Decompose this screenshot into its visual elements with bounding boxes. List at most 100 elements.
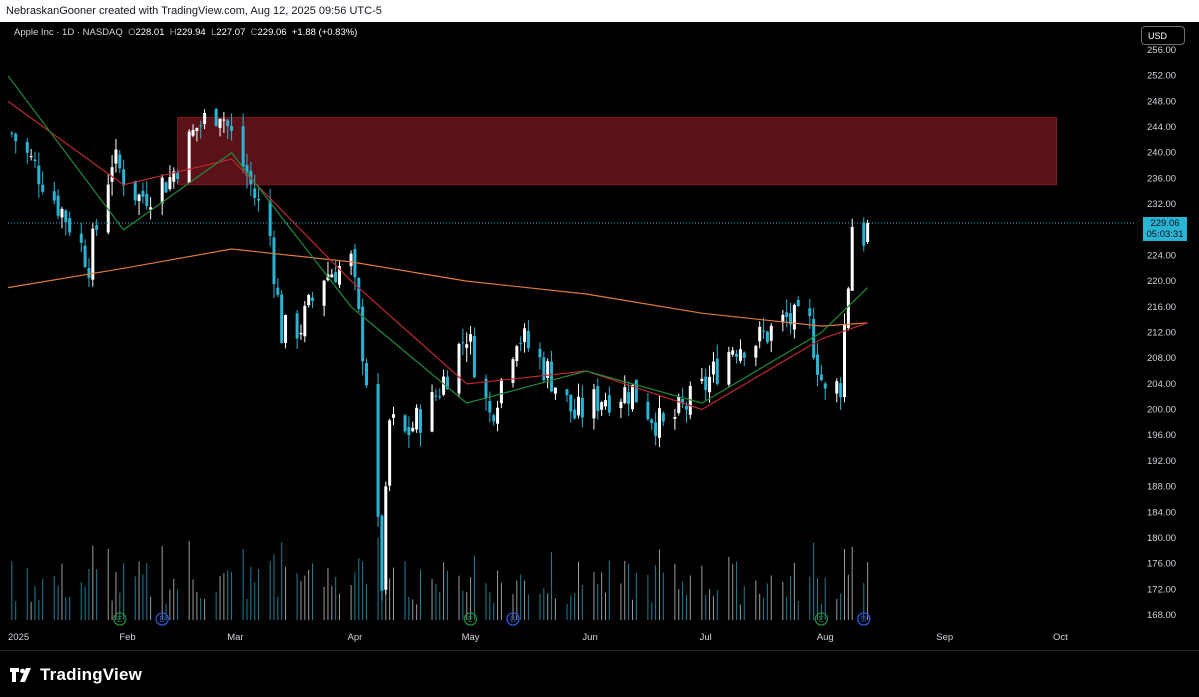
candle-body [461,342,465,344]
candle-body [846,288,850,329]
volume-bar [840,593,842,620]
volume-bar [493,602,495,620]
candle-body [83,245,87,268]
volume-bar [227,570,229,620]
volume-bar [231,571,233,620]
candle-body [646,401,650,420]
candle-body [542,357,546,381]
volume-bar [285,566,287,620]
x-axis-tick-label: Jul [700,632,712,643]
candle-body [627,392,631,405]
volume-bar [658,549,660,620]
resistance-zone [177,116,1058,186]
candle-body [607,395,611,413]
volume-bar [763,598,765,620]
volume-bar [443,562,445,620]
candle-body [634,379,638,403]
candle-body [550,361,554,392]
y-axis-tick-label: 212.00 [1147,328,1176,339]
volume-bar [655,565,657,620]
candle-body [792,304,796,330]
volume-bar [92,545,94,620]
volume-bar [34,586,36,620]
volume-bar [392,567,394,620]
tradingview-logo[interactable]: TradingView [10,665,142,685]
candle-body [434,395,438,397]
candle-body [623,387,627,403]
volume-bar [30,601,32,620]
volume-bar [15,601,17,620]
candle-body [727,352,731,385]
event-marker-label: D [159,615,165,624]
y-axis-tick-label: 252.00 [1147,71,1176,82]
candle-body [311,297,315,301]
event-marker-label: D [510,615,516,624]
candle-body [604,400,607,407]
candle-body [195,127,199,131]
candle-body [762,330,766,332]
volume-bar [246,598,248,620]
attribution-bar: NebraskanGooner created with TradingView… [0,0,1199,22]
y-axis-tick-label: 168.00 [1147,610,1176,621]
y-axis-tick-label: 256.00 [1147,45,1176,56]
candle-body [60,208,64,218]
candle-body [704,376,708,391]
candle-body [384,486,388,590]
candle-body [168,177,172,190]
candle-body [488,401,492,413]
candle-body [684,405,688,410]
candle-body [492,415,496,422]
volume-bar [350,584,352,620]
currency-button[interactable]: USD [1141,26,1185,45]
y-axis-tick-label: 192.00 [1147,456,1176,467]
volume-bar [601,572,603,620]
candle-body [769,325,773,341]
volume-bar [682,581,684,620]
candle-body [257,199,261,201]
volume-bar [770,575,772,620]
volume-bar [662,572,664,620]
volume-bar [200,597,202,620]
y-axis-tick-label: 208.00 [1147,353,1176,364]
y-axis-tick-label: 232.00 [1147,199,1176,210]
volume-bar [165,603,167,620]
y-axis-tick-label: 196.00 [1147,430,1176,441]
volume-bar [223,573,225,620]
price-chart[interactable]: 256.00 252.00 248.00 244.00 240.00 236.00 232.… [0,22,1199,650]
x-axis-tick-label: 2025 [8,632,29,643]
candle-body [68,218,72,233]
volume-bar [354,572,356,620]
close-value: 229.06 [257,27,287,38]
candle-body [118,154,122,169]
volume-bar [404,561,406,620]
candle-body [573,409,577,419]
candle-body [596,386,600,412]
y-axis-tick-label: 172.00 [1147,584,1176,595]
volume-bar [605,592,606,620]
volume-bar [446,570,448,620]
candle-body [218,118,222,128]
volume-bar [739,604,741,620]
candle-body [657,408,661,438]
volume-bar [489,592,491,620]
volume-bar [631,599,633,620]
candle-body [25,142,29,153]
candle-body [87,267,91,278]
volume-bar [173,578,175,620]
volume-bar [701,565,703,620]
chart-frame[interactable]: 256.00 252.00 248.00 244.00 240.00 236.00 232.… [0,22,1199,650]
tradingview-logo-icon [10,668,31,682]
event-marker-label: D [861,615,867,624]
volume-bar [138,561,140,620]
volume-bar [689,575,691,620]
candle-body [785,312,789,317]
candle-body [677,396,681,414]
candle-body [29,155,33,158]
volume-bar [651,602,653,620]
x-axis-tick-label: Jun [582,632,597,643]
candle-body [430,392,434,432]
volume-bar [416,604,418,620]
change-value: +1.88 (+0.83%) [291,27,358,38]
volume-bar [566,603,568,620]
candle-body [457,343,461,394]
